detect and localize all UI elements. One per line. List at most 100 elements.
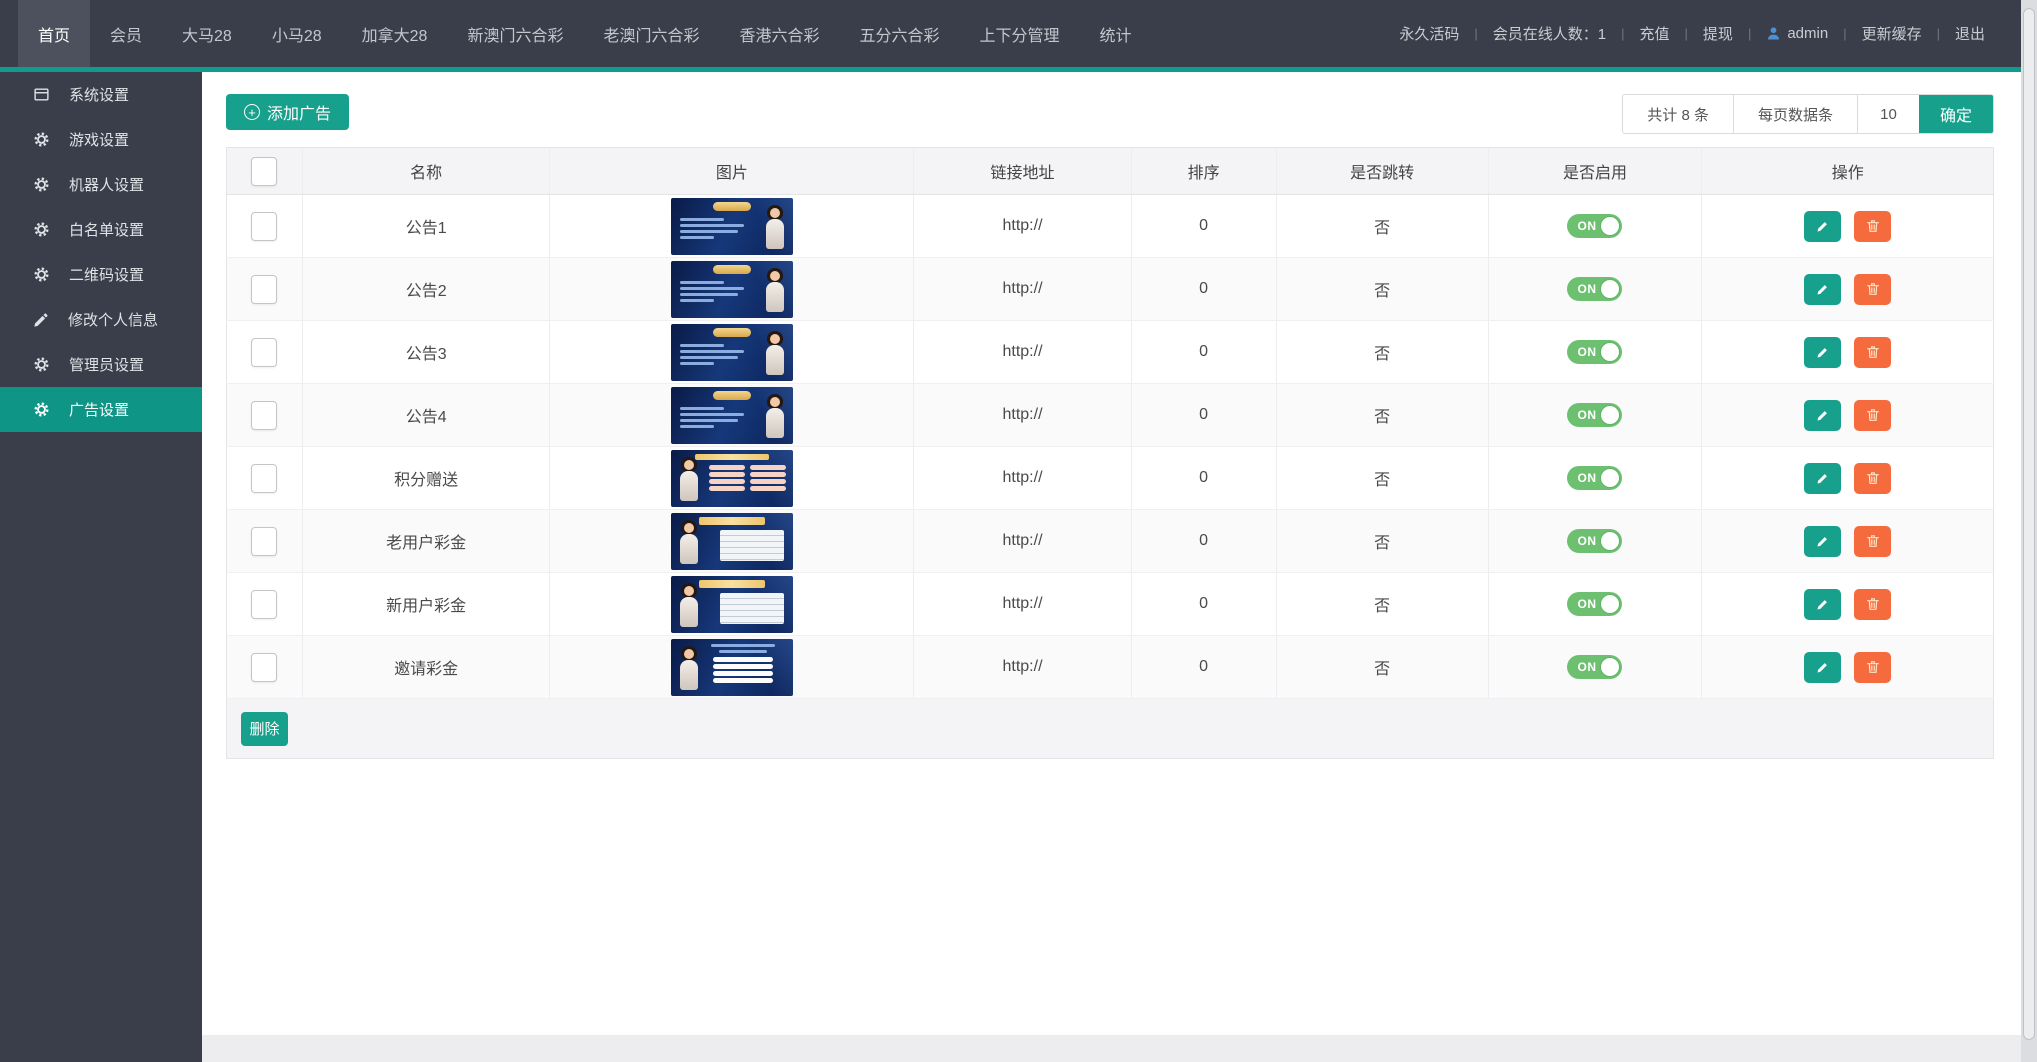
enable-toggle[interactable]: ON [1567, 466, 1622, 490]
per-page-input[interactable] [1857, 95, 1919, 133]
edit-button[interactable] [1804, 463, 1841, 494]
add-ad-button[interactable]: + 添加广告 [226, 94, 349, 130]
delete-row-button[interactable] [1854, 274, 1891, 305]
ad-link: http:// [914, 447, 1131, 510]
ad-jump: 否 [1276, 510, 1488, 573]
enable-toggle[interactable]: ON [1567, 529, 1622, 553]
nav-tab[interactable]: 加拿大28 [342, 0, 448, 67]
ad-name: 新用户彩金 [302, 573, 549, 636]
nav-tab[interactable]: 上下分管理 [960, 0, 1080, 67]
delete-row-button[interactable] [1854, 652, 1891, 683]
refresh-cache[interactable]: 更新缓存 [1862, 23, 1922, 44]
nav-tab[interactable]: 大马28 [162, 0, 252, 67]
perma-code[interactable]: 永久活码 [1399, 23, 1459, 44]
enable-toggle[interactable]: ON [1567, 340, 1622, 364]
nav-tab[interactable]: 会员 [90, 0, 162, 67]
row-checkbox[interactable] [251, 527, 277, 556]
table-row: 公告3 http:// 0 否 ON [227, 321, 1994, 384]
edit-button[interactable] [1804, 337, 1841, 368]
bottom-strip [202, 1035, 2021, 1062]
ad-banner-image [671, 513, 793, 570]
sidebar-item-ad-settings[interactable]: 广告设置 [0, 387, 202, 432]
edit-button[interactable] [1804, 526, 1841, 557]
user-icon [1766, 26, 1781, 41]
sidebar: 系统设置游戏设置机器人设置白名单设置二维码设置修改个人信息管理员设置广告设置 [0, 72, 202, 1062]
enable-toggle[interactable]: ON [1567, 592, 1622, 616]
banner-figure [762, 205, 788, 251]
sidebar-item-label: 广告设置 [69, 399, 129, 420]
row-checkbox[interactable] [251, 653, 277, 682]
admin-user[interactable]: admin [1766, 25, 1828, 42]
ad-banner-image [671, 324, 793, 381]
nav-tab[interactable]: 统计 [1080, 0, 1152, 67]
ad-link: http:// [914, 636, 1131, 699]
delete-row-button[interactable] [1854, 211, 1891, 242]
logout[interactable]: 退出 [1955, 23, 1985, 44]
scrollbar-thumb[interactable] [2023, 8, 2035, 1040]
table-row: 邀请彩金 http:// 0 否 ON [227, 636, 1994, 699]
sidebar-item-qrcode-settings[interactable]: 二维码设置 [0, 252, 202, 297]
trash-icon [1865, 470, 1881, 486]
nav-tab[interactable]: 小马28 [252, 0, 342, 67]
delete-selected-button[interactable]: 删除 [241, 712, 288, 746]
row-checkbox[interactable] [251, 275, 277, 304]
enable-toggle[interactable]: ON [1567, 214, 1622, 238]
row-checkbox[interactable] [251, 338, 277, 367]
sidebar-item-whitelist-settings[interactable]: 白名单设置 [0, 207, 202, 252]
sidebar-item-robot-settings[interactable]: 机器人设置 [0, 162, 202, 207]
edit-button[interactable] [1804, 274, 1841, 305]
edit-button[interactable] [1804, 589, 1841, 620]
nav-tab[interactable]: 五分六合彩 [840, 0, 960, 67]
delete-row-button[interactable] [1854, 526, 1891, 557]
sidebar-item-admin-settings[interactable]: 管理员设置 [0, 342, 202, 387]
edit-pencil-icon [1815, 471, 1830, 486]
sidebar-item-label: 系统设置 [69, 84, 129, 105]
ad-name: 老用户彩金 [302, 510, 549, 573]
ad-jump: 否 [1276, 636, 1488, 699]
perma-code-label: 永久活码 [1399, 23, 1459, 44]
table-row: 公告2 http:// 0 否 ON [227, 258, 1994, 321]
ad-link: http:// [914, 573, 1131, 636]
edit-button[interactable] [1804, 652, 1841, 683]
sidebar-item-system-settings[interactable]: 系统设置 [0, 72, 202, 117]
toggle-on-label: ON [1577, 597, 1596, 611]
delete-row-button[interactable] [1854, 589, 1891, 620]
delete-row-button[interactable] [1854, 337, 1891, 368]
sidebar-item-game-settings[interactable]: 游戏设置 [0, 117, 202, 162]
withdraw[interactable]: 提现 [1703, 23, 1733, 44]
ad-jump: 否 [1276, 321, 1488, 384]
row-checkbox[interactable] [251, 464, 277, 493]
refresh-cache-label: 更新缓存 [1862, 23, 1922, 44]
row-checkbox[interactable] [251, 401, 277, 430]
ad-sort: 0 [1131, 195, 1276, 258]
row-checkbox[interactable] [251, 212, 277, 241]
table-row: 老用户彩金 http:// 0 否 ON [227, 510, 1994, 573]
edit-pencil-icon [1815, 345, 1830, 360]
recharge[interactable]: 充值 [1640, 23, 1670, 44]
sidebar-item-label: 机器人设置 [69, 174, 144, 195]
ad-name: 公告1 [302, 195, 549, 258]
column-header: 是否跳转 [1276, 148, 1488, 195]
row-checkbox[interactable] [251, 590, 277, 619]
delete-row-button[interactable] [1854, 400, 1891, 431]
enable-toggle[interactable]: ON [1567, 655, 1622, 679]
enable-toggle[interactable]: ON [1567, 277, 1622, 301]
enable-toggle[interactable]: ON [1567, 403, 1622, 427]
confirm-button[interactable]: 确定 [1919, 95, 1993, 133]
nav-tab[interactable]: 老澳门六合彩 [583, 0, 719, 67]
nav-tab[interactable]: 新澳门六合彩 [447, 0, 583, 67]
nav-tab[interactable]: 香港六合彩 [720, 0, 840, 67]
select-all-cell [227, 148, 303, 195]
select-all-checkbox[interactable] [251, 157, 277, 186]
edit-button[interactable] [1804, 400, 1841, 431]
separator: | [1843, 26, 1846, 41]
nav-tab[interactable]: 首页 [18, 0, 90, 67]
sidebar-item-label: 白名单设置 [69, 219, 144, 240]
window-icon [33, 86, 50, 103]
delete-row-button[interactable] [1854, 463, 1891, 494]
edit-button[interactable] [1804, 211, 1841, 242]
trash-icon [1865, 596, 1881, 612]
trash-icon [1865, 659, 1881, 675]
per-page-label: 每页数据条 [1733, 95, 1857, 133]
sidebar-item-edit-profile[interactable]: 修改个人信息 [0, 297, 202, 342]
